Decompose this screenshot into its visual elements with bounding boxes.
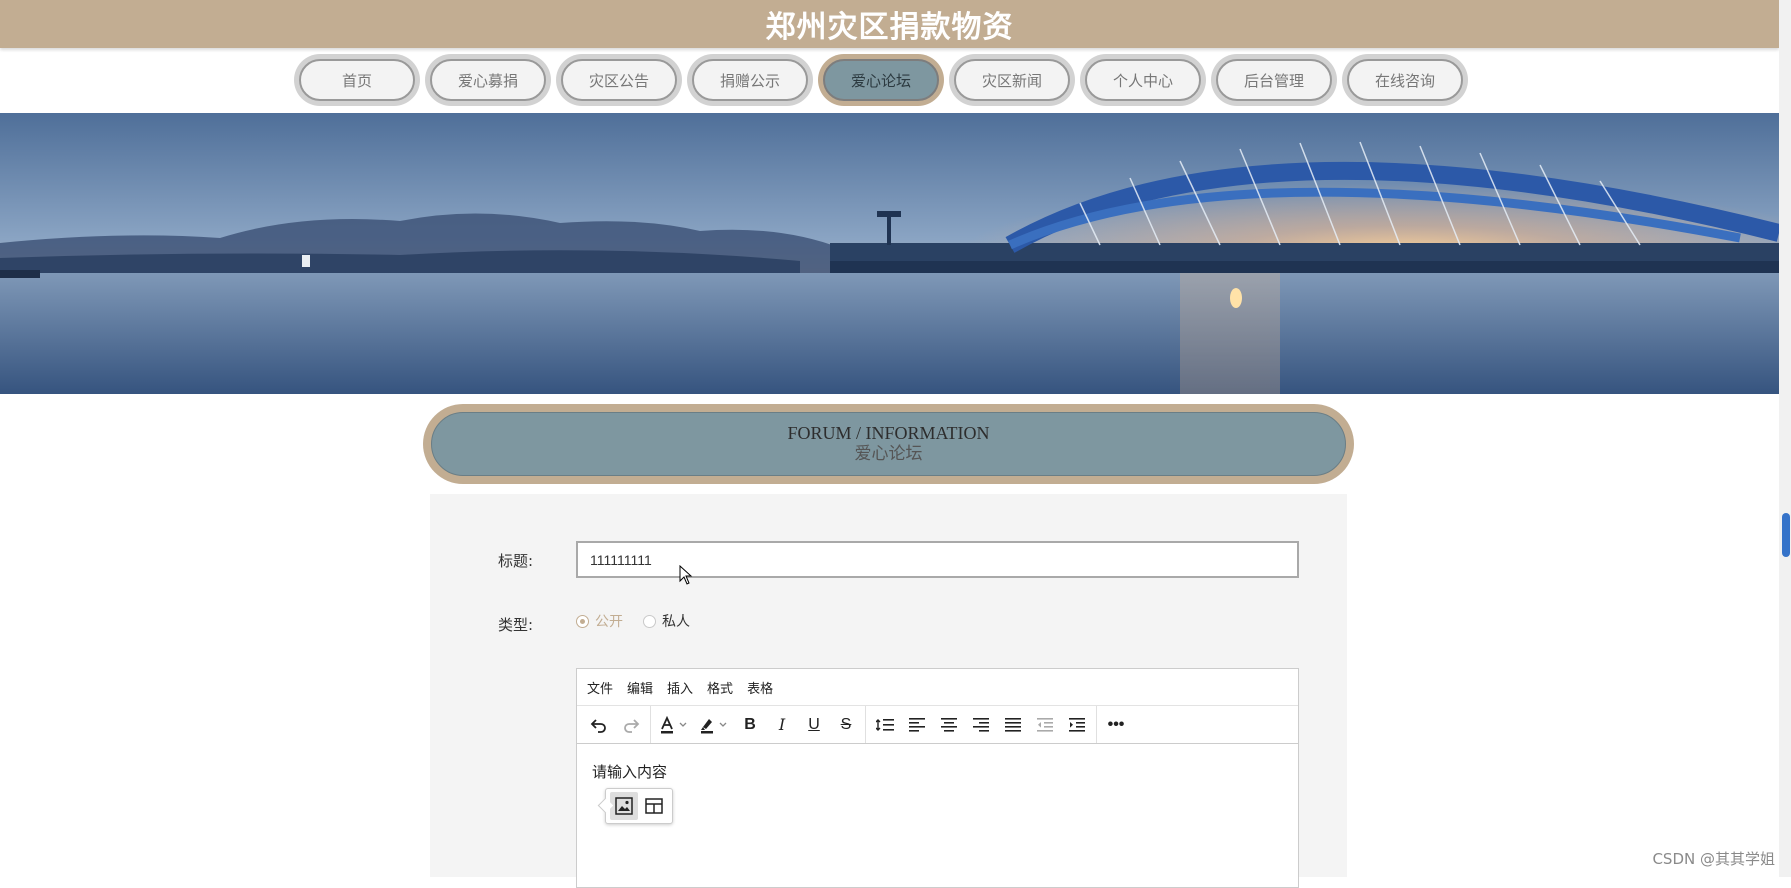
align-right-icon[interactable]	[965, 710, 997, 740]
section-header: FORUM / INFORMATION 爱心论坛	[423, 404, 1354, 484]
type-label: 类型:	[498, 616, 534, 634]
watermark: CSDN @其其学姐	[1652, 850, 1775, 868]
radio-dot	[643, 614, 656, 628]
nav-item-label: 灾区公告	[561, 59, 677, 101]
editor-placeholder: 请输入内容	[592, 763, 668, 781]
rich-text-editor: 文件 编辑 插入 格式 表格 B I U S ••• 请输入内容	[576, 668, 1299, 888]
align-center-icon[interactable]	[933, 710, 965, 740]
quick-insert-toolbar	[605, 788, 673, 824]
nav-item-news[interactable]: 灾区新闻	[949, 54, 1075, 106]
editor-toolbar: B I U S •••	[577, 706, 1298, 744]
more-icon[interactable]: •••	[1100, 710, 1132, 740]
nav-item-profile[interactable]: 个人中心	[1080, 54, 1206, 106]
line-height-icon[interactable]	[869, 710, 901, 740]
bridge-sunset-photo	[0, 113, 1779, 394]
nav-item-home[interactable]: 首页	[294, 54, 420, 106]
menu-edit[interactable]: 编辑	[627, 678, 653, 697]
banner-image	[0, 113, 1779, 394]
redo-icon[interactable]	[615, 710, 647, 740]
section-header-inner: FORUM / INFORMATION 爱心论坛	[431, 412, 1346, 476]
align-justify-icon[interactable]	[997, 710, 1029, 740]
nav-item-admin[interactable]: 后台管理	[1211, 54, 1337, 106]
text-color-icon[interactable]	[654, 710, 694, 740]
image-icon[interactable]	[610, 792, 638, 820]
menu-file[interactable]: 文件	[587, 678, 613, 697]
radio-dot	[576, 614, 589, 628]
type-radio-group: 公开 私人	[576, 611, 690, 631]
site-title: 郑州灾区捐款物资	[765, 10, 1014, 45]
nav-item-donation-list[interactable]: 捐赠公示	[687, 54, 813, 106]
nav-item-label: 个人中心	[1085, 59, 1201, 101]
site-header: 郑州灾区捐款物资	[0, 0, 1779, 48]
nav-item-label: 首页	[299, 59, 415, 101]
mouse-cursor-icon	[679, 565, 693, 585]
nav-item-label: 爱心募捐	[430, 59, 546, 101]
table-icon[interactable]	[640, 792, 668, 820]
align-left-icon[interactable]	[901, 710, 933, 740]
toolbar-separator	[1096, 706, 1097, 743]
bold-icon[interactable]: B	[734, 710, 766, 740]
radio-label: 私人	[662, 614, 690, 630]
toolbar-separator	[865, 706, 866, 743]
indent-icon[interactable]	[1061, 710, 1093, 740]
nav-item-consult[interactable]: 在线咨询	[1342, 54, 1468, 106]
strikethrough-icon[interactable]: S	[830, 710, 862, 740]
highlight-color-icon[interactable]	[694, 710, 734, 740]
main-nav: 首页 爱心募捐 灾区公告 捐赠公示 爱心论坛 灾区新闻 个人中心 后台管理 在线…	[294, 54, 1468, 106]
radio-label: 公开	[595, 614, 623, 630]
nav-item-label: 爱心论坛	[823, 59, 939, 101]
scrollbar-thumb[interactable]	[1782, 513, 1790, 557]
outdent-icon[interactable]	[1029, 710, 1061, 740]
nav-item-label: 在线咨询	[1347, 59, 1463, 101]
radio-public[interactable]: 公开	[576, 611, 623, 631]
editor-menubar: 文件 编辑 插入 格式 表格	[577, 669, 1298, 706]
section-title-cn: 爱心论坛	[854, 444, 923, 464]
italic-icon[interactable]: I	[766, 710, 798, 740]
toolbar-separator	[650, 706, 651, 743]
nav-item-label: 灾区新闻	[954, 59, 1070, 101]
page-scrollbar[interactable]	[1779, 0, 1791, 877]
undo-icon[interactable]	[583, 710, 615, 740]
nav-item-fundraise[interactable]: 爱心募捐	[425, 54, 551, 106]
nav-item-forum[interactable]: 爱心论坛	[818, 54, 944, 106]
nav-item-label: 后台管理	[1216, 59, 1332, 101]
menu-format[interactable]: 格式	[707, 678, 733, 697]
radio-private[interactable]: 私人	[643, 611, 690, 631]
menu-table[interactable]: 表格	[747, 678, 773, 697]
menu-insert[interactable]: 插入	[667, 678, 693, 697]
title-label: 标题:	[498, 552, 534, 570]
editor-content[interactable]: 请输入内容	[577, 744, 1298, 824]
underline-icon[interactable]: U	[798, 710, 830, 740]
section-title-en: FORUM / INFORMATION	[787, 423, 990, 443]
nav-item-label: 捐赠公示	[692, 59, 808, 101]
nav-item-notices[interactable]: 灾区公告	[556, 54, 682, 106]
